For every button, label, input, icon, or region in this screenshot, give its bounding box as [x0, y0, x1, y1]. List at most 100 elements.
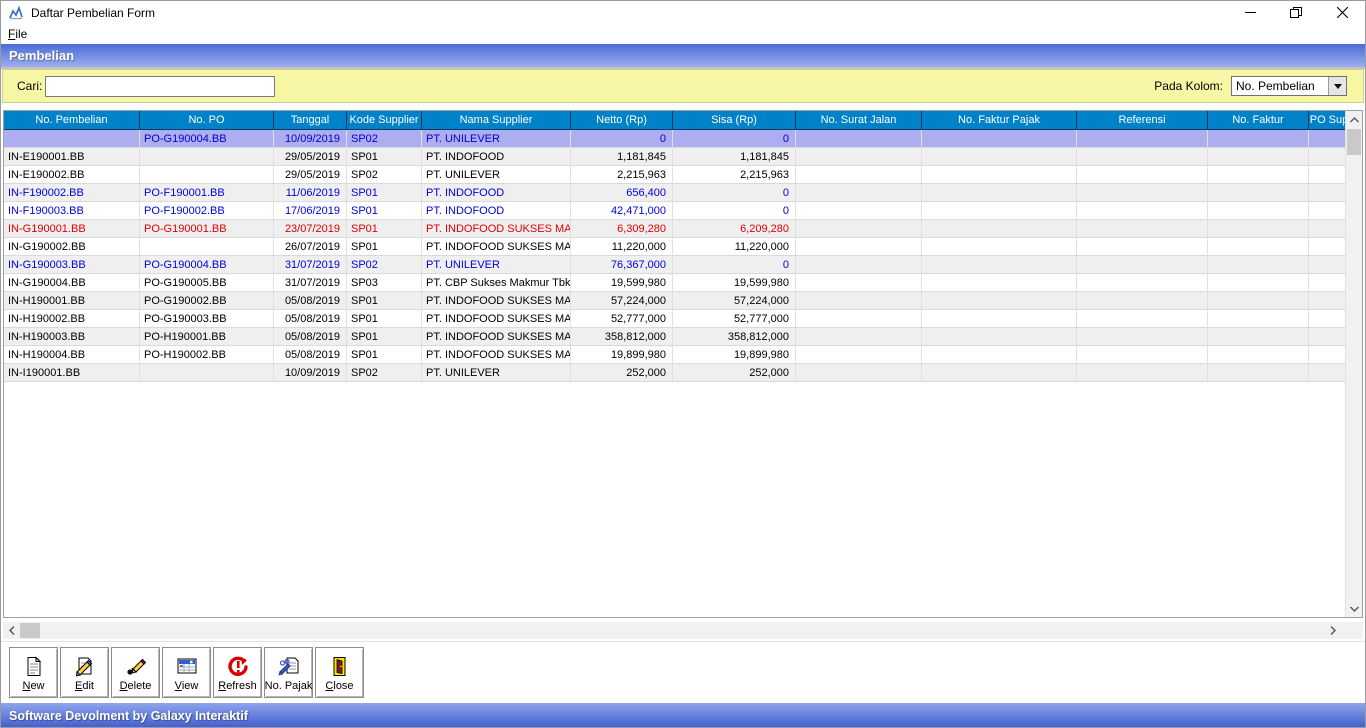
table-row[interactable]: IN-F190003.BBPO-F190002.BB17/06/2019SP01… [4, 202, 1345, 220]
table-cell[interactable]: IN-G190001.BB [4, 220, 140, 238]
table-cell[interactable]: PT. UNILEVER [422, 166, 571, 184]
table-cell[interactable]: SP01 [347, 184, 422, 202]
table-cell[interactable] [922, 256, 1077, 274]
table-cell[interactable]: PT. UNILEVER [422, 364, 571, 382]
table-cell[interactable]: 1,181,845 [571, 148, 673, 166]
table-cell[interactable] [1077, 256, 1208, 274]
table-cell[interactable]: IN-H190003.BB [4, 328, 140, 346]
table-cell[interactable]: 0 [673, 202, 796, 220]
table-cell[interactable]: SP01 [347, 292, 422, 310]
table-cell[interactable]: IN-F190002.BB [4, 184, 140, 202]
table-cell[interactable]: PT. CBP Sukses Makmur Tbk [422, 274, 571, 292]
table-cell[interactable]: IN-F190003.BB [4, 202, 140, 220]
table-cell[interactable] [1077, 238, 1208, 256]
table-cell[interactable] [1309, 328, 1345, 346]
table-cell[interactable] [1208, 148, 1309, 166]
table-cell[interactable]: 252,000 [571, 364, 673, 382]
table-cell[interactable]: PO-H190002.BB [140, 346, 274, 364]
column-header[interactable]: Nama Supplier [422, 111, 571, 129]
table-cell[interactable]: PO-H190001.BB [140, 328, 274, 346]
table-cell[interactable]: PO-F190002.BB [140, 202, 274, 220]
column-header[interactable]: Netto (Rp) [571, 111, 673, 129]
table-cell[interactable] [922, 328, 1077, 346]
table-cell[interactable] [1309, 256, 1345, 274]
table-cell[interactable]: PT. INDOFOOD [422, 148, 571, 166]
table-cell[interactable]: 05/08/2019 [274, 346, 347, 364]
table-cell[interactable]: 358,812,000 [571, 328, 673, 346]
table-cell[interactable] [796, 148, 922, 166]
table-cell[interactable]: SP02 [347, 364, 422, 382]
table-cell[interactable]: 31/07/2019 [274, 274, 347, 292]
table-cell[interactable] [1309, 364, 1345, 382]
table-cell[interactable] [922, 364, 1077, 382]
table-cell[interactable] [796, 346, 922, 364]
table-cell[interactable] [796, 184, 922, 202]
scroll-left-icon[interactable] [3, 622, 20, 639]
table-cell[interactable] [140, 364, 274, 382]
table-cell[interactable]: SP01 [347, 346, 422, 364]
table-cell[interactable]: PT. INDOFOOD SUKSES MAKMUR [422, 220, 571, 238]
table-cell[interactable]: 76,367,000 [571, 256, 673, 274]
table-cell[interactable] [1077, 364, 1208, 382]
table-cell[interactable]: PT. INDOFOOD [422, 184, 571, 202]
table-cell[interactable] [1208, 292, 1309, 310]
table-cell[interactable]: PT. UNILEVER [422, 256, 571, 274]
table-cell[interactable] [922, 202, 1077, 220]
table-row[interactable]: IN-G190002.BB26/07/2019SP01PT. INDOFOOD … [4, 238, 1345, 256]
table-row[interactable]: IN-H190001.BBPO-G190002.BB05/08/2019SP01… [4, 292, 1345, 310]
table-cell[interactable]: 05/08/2019 [274, 310, 347, 328]
table-cell[interactable] [1208, 202, 1309, 220]
table-cell[interactable]: PT. INDOFOOD SUKSES MAKMUR [422, 328, 571, 346]
table-cell[interactable] [1077, 184, 1208, 202]
table-cell[interactable]: 17/06/2019 [274, 202, 347, 220]
table-row[interactable]: IN-G190001.BBPO-G190001.BB23/07/2019SP01… [4, 220, 1345, 238]
table-cell[interactable] [1077, 346, 1208, 364]
table-cell[interactable]: PT. INDOFOOD SUKSES MAKMUR [422, 346, 571, 364]
table-cell[interactable] [140, 238, 274, 256]
table-row[interactable]: IN-H190004.BBPO-H190002.BB05/08/2019SP01… [4, 346, 1345, 364]
table-row[interactable]: IN-H190002.BBPO-G190003.BB05/08/2019SP01… [4, 310, 1345, 328]
table-cell[interactable]: SP02 [347, 256, 422, 274]
table-cell[interactable] [796, 274, 922, 292]
table-cell[interactable]: SP01 [347, 310, 422, 328]
table-cell[interactable]: 656,400 [571, 184, 673, 202]
table-cell[interactable]: IN-G190002.BB [4, 238, 140, 256]
table-cell[interactable] [1309, 202, 1345, 220]
table-cell[interactable] [796, 292, 922, 310]
scroll-right-icon[interactable] [1324, 622, 1341, 639]
table-cell[interactable]: SP02 [347, 166, 422, 184]
table-cell[interactable]: SP02 [347, 130, 422, 148]
table-cell[interactable] [1208, 184, 1309, 202]
table-cell[interactable] [1309, 166, 1345, 184]
table-cell[interactable]: 11/06/2019 [274, 184, 347, 202]
table-cell[interactable] [1077, 202, 1208, 220]
table-cell[interactable] [796, 166, 922, 184]
table-cell[interactable] [922, 346, 1077, 364]
delete-button[interactable]: Delete [111, 647, 160, 698]
scroll-up-icon[interactable] [1346, 111, 1362, 128]
column-header[interactable]: Sisa (Rp) [673, 111, 796, 129]
table-cell[interactable]: 11,220,000 [571, 238, 673, 256]
table-cell[interactable] [1208, 310, 1309, 328]
table-cell[interactable]: IN-G190004.BB [4, 274, 140, 292]
table-cell[interactable] [4, 130, 140, 148]
table-cell[interactable] [1077, 292, 1208, 310]
table-cell[interactable] [1309, 148, 1345, 166]
table-cell[interactable]: 57,224,000 [673, 292, 796, 310]
table-cell[interactable]: IN-I190001.BB [4, 364, 140, 382]
column-header[interactable]: No. Faktur Pajak [922, 111, 1077, 129]
table-cell[interactable]: IN-H190004.BB [4, 346, 140, 364]
table-row[interactable]: IN-E190002.BB29/05/2019SP02PT. UNILEVER2… [4, 166, 1345, 184]
refresh-button[interactable]: Refresh [213, 647, 262, 698]
table-cell[interactable] [1208, 130, 1309, 148]
table-cell[interactable]: 19,599,980 [673, 274, 796, 292]
table-cell[interactable] [1208, 238, 1309, 256]
table-cell[interactable] [1309, 238, 1345, 256]
table-cell[interactable]: 0 [673, 184, 796, 202]
restore-button[interactable] [1273, 1, 1319, 24]
table-cell[interactable] [1309, 220, 1345, 238]
table-cell[interactable] [796, 328, 922, 346]
table-cell[interactable]: SP03 [347, 274, 422, 292]
table-cell[interactable]: PT. INDOFOOD SUKSES MAKMUR [422, 292, 571, 310]
table-cell[interactable]: 10/09/2019 [274, 130, 347, 148]
